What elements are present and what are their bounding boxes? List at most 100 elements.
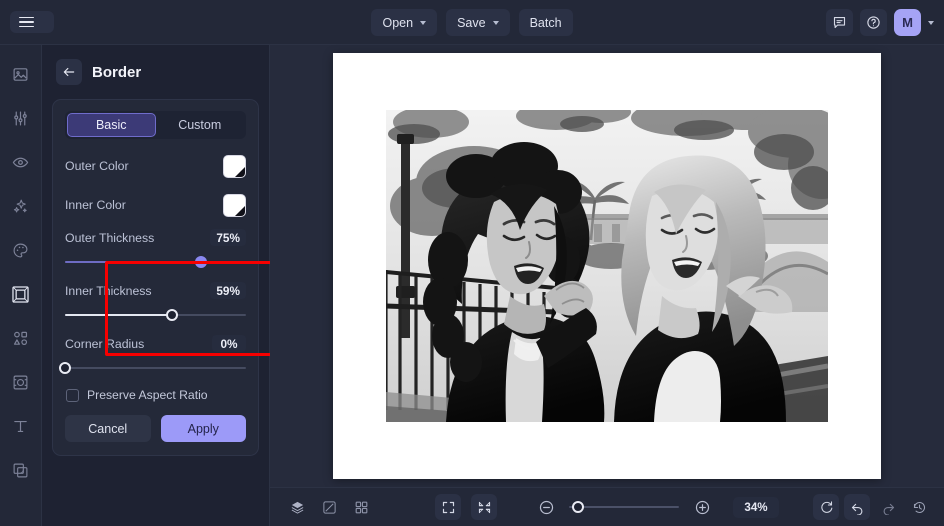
zoom-out-button[interactable] [533, 494, 559, 520]
image-icon [13, 67, 28, 81]
chevron-down-icon [420, 21, 427, 25]
outer-thickness-label: Outer Thickness [65, 230, 155, 245]
cancel-button[interactable]: Cancel [65, 415, 151, 442]
layers-copy-icon [13, 463, 28, 477]
grid-button[interactable] [348, 494, 374, 520]
sidebar-item-text[interactable] [6, 411, 36, 441]
layers-button[interactable] [284, 494, 310, 520]
outer-thickness-slider[interactable] [65, 255, 246, 269]
grid-icon [355, 501, 367, 513]
apply-button[interactable]: Apply [160, 415, 246, 442]
border-icon [12, 285, 29, 303]
corner-radius-label: Corner Radius [65, 336, 145, 351]
zoom-in-button[interactable] [689, 494, 715, 520]
open-label: Open [382, 15, 414, 30]
slider-handle[interactable] [194, 256, 207, 268]
border-frame-preview [333, 53, 881, 479]
fit-screen-icon [442, 501, 454, 513]
sidebar-item-border[interactable] [6, 279, 36, 309]
shrink-icon [478, 501, 490, 513]
compare-icon [322, 500, 336, 514]
shapes-icon [13, 331, 28, 345]
top-toolbar: Open Save Batch M [0, 0, 944, 45]
history-button[interactable] [906, 494, 932, 520]
text-icon [14, 420, 27, 432]
tab-basic[interactable]: Basic [67, 113, 156, 137]
outer-color-row: Outer Color [65, 151, 246, 181]
photo-preview [386, 110, 828, 422]
redo-icon [883, 503, 894, 515]
outer-color-label: Outer Color [65, 159, 129, 173]
slider-fill [65, 260, 201, 264]
inner-color-label: Inner Color [65, 198, 126, 212]
page-title: Border [92, 63, 142, 81]
sidebar-item-color[interactable] [6, 235, 36, 265]
bottom-left-tools [284, 494, 374, 520]
top-toolbar-right: M [826, 0, 934, 45]
panel-actions: Cancel Apply [65, 415, 246, 442]
sidebar-item-adjust[interactable] [6, 103, 36, 133]
slider-handle[interactable] [59, 362, 71, 374]
sidebar-item-layers[interactable] [6, 455, 36, 485]
compare-button[interactable] [316, 494, 342, 520]
back-button[interactable] [56, 59, 82, 85]
inner-color-swatch[interactable] [223, 193, 246, 217]
tool-rail [0, 45, 42, 526]
app-menu-button[interactable] [10, 10, 54, 34]
inner-thickness-slider[interactable] [65, 308, 246, 322]
avatar[interactable]: M [894, 9, 921, 36]
sliders-icon [14, 111, 27, 125]
zoom-slider[interactable] [569, 500, 679, 514]
preserve-aspect-ratio-row[interactable]: Preserve Aspect Ratio [66, 388, 246, 402]
frame-icon [13, 375, 28, 389]
comment-button[interactable] [826, 9, 853, 36]
zoom-level[interactable]: 34% [733, 496, 779, 518]
save-button[interactable]: Save [446, 9, 510, 36]
mode-tabs: Basic Custom [65, 111, 246, 139]
corner-radius-slider[interactable] [59, 361, 246, 375]
help-circle-icon [867, 16, 880, 29]
top-toolbar-center: Open Save Batch [0, 0, 944, 45]
tab-custom[interactable]: Custom [156, 113, 245, 137]
canvas-area[interactable] [270, 45, 944, 487]
zoom-in-icon [695, 500, 709, 514]
sidebar-item-effects[interactable] [6, 191, 36, 221]
undo-icon [851, 503, 862, 515]
arrow-left-icon [63, 67, 75, 77]
border-panel: Border Basic Custom Outer Color Inner Co… [42, 45, 293, 526]
sidebar-item-crop[interactable] [6, 367, 36, 397]
inner-thickness-label: Inner Thickness [65, 283, 152, 298]
bottom-toolbar: 34% [270, 487, 944, 526]
shrink-button[interactable] [471, 494, 497, 520]
palette-icon [13, 243, 28, 257]
inner-thickness-control: Inner Thickness 59% [65, 282, 246, 322]
fit-screen-button[interactable] [435, 494, 461, 520]
zoom-out-icon [539, 500, 553, 514]
open-button[interactable]: Open [371, 9, 438, 36]
sidebar-item-retouch[interactable] [6, 147, 36, 177]
sidebar-item-image[interactable] [6, 59, 36, 89]
batch-label: Batch [529, 15, 562, 30]
batch-button[interactable]: Batch [518, 9, 573, 36]
rotate-button[interactable] [813, 494, 839, 520]
preserve-aspect-ratio-label: Preserve Aspect Ratio [87, 388, 208, 402]
redo-button[interactable] [875, 494, 901, 520]
preserve-aspect-ratio-checkbox[interactable] [66, 388, 79, 402]
corner-radius-head: Corner Radius 0% [65, 335, 246, 352]
outer-thickness-head: Outer Thickness 75% [65, 229, 246, 246]
corner-radius-value: 0% [212, 335, 246, 352]
help-button[interactable] [860, 9, 887, 36]
inner-color-row: Inner Color [65, 190, 246, 220]
history-icon [913, 501, 925, 513]
panel-header: Border [42, 45, 269, 95]
outer-thickness-value: 75% [210, 229, 246, 246]
slider-handle[interactable] [165, 309, 178, 321]
chevron-down-icon[interactable] [928, 20, 934, 25]
sidebar-item-shapes[interactable] [6, 323, 36, 353]
comment-icon [833, 16, 846, 29]
sparkles-icon [13, 199, 27, 212]
outer-color-swatch[interactable] [223, 154, 246, 178]
slider-handle[interactable] [572, 501, 585, 513]
bottom-right-tools [813, 494, 932, 520]
undo-button[interactable] [844, 494, 870, 520]
